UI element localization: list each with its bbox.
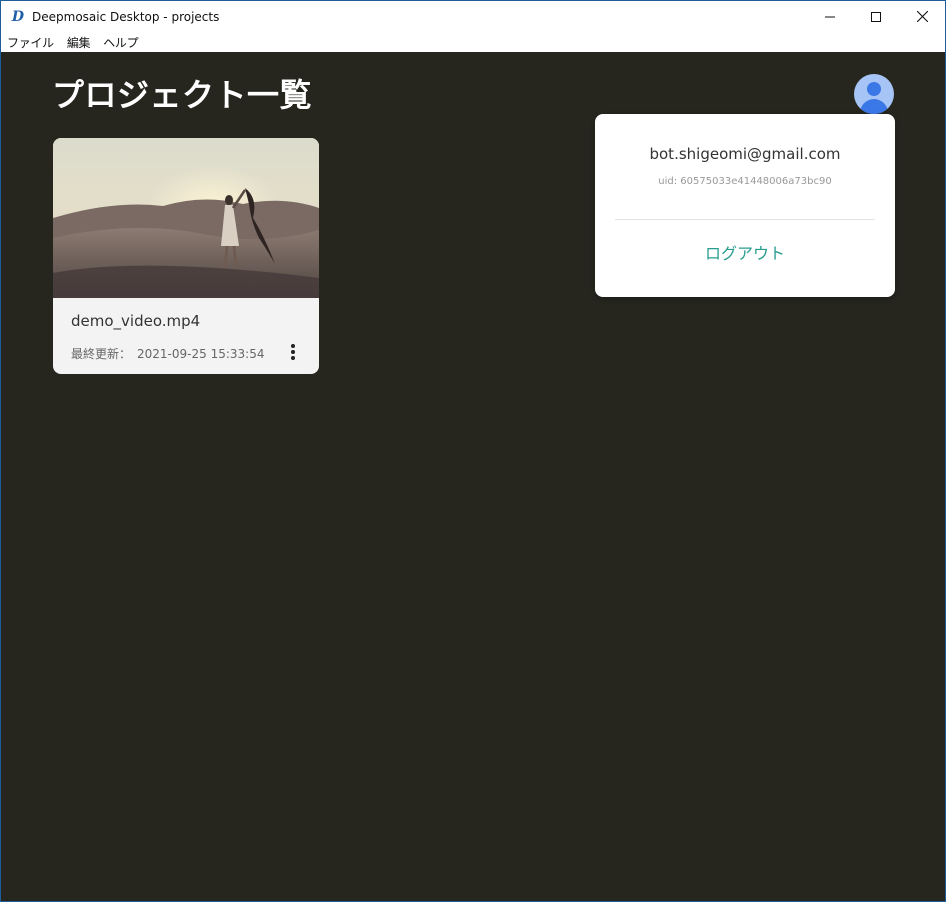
more-vert-icon — [291, 344, 295, 360]
project-name[interactable]: demo_video.mp4 — [71, 312, 200, 330]
main-content: プロジェクト一覧 demo_video.mp4 最終更新： 2021-09-25… — [1, 52, 945, 901]
title-bar[interactable]: D Deepmosaic Desktop - projects — [1, 1, 945, 32]
project-thumbnail[interactable] — [53, 138, 319, 298]
menu-edit[interactable]: 編集 — [67, 34, 91, 51]
updated-label: 最終更新： — [71, 347, 132, 361]
minimize-icon — [825, 16, 835, 17]
account-email: bot.shigeomi@gmail.com — [649, 145, 841, 163]
avatar-icon-body — [860, 99, 888, 114]
account-popup: bot.shigeomi@gmail.com uid: 60575033e414… — [595, 114, 895, 297]
menu-help[interactable]: ヘルプ — [103, 34, 138, 51]
popup-divider — [615, 219, 875, 220]
menu-bar: ファイル 編集 ヘルプ — [1, 32, 945, 52]
page-title: プロジェクト一覧 — [52, 76, 313, 114]
window-controls — [807, 1, 945, 32]
updated-value: 2021-09-25 15:33:54 — [137, 347, 265, 361]
close-icon — [916, 11, 928, 22]
window-title: Deepmosaic Desktop - projects — [32, 9, 220, 24]
avatar-icon-head — [867, 82, 881, 96]
more-options-button[interactable] — [285, 342, 301, 362]
project-updated: 最終更新： 2021-09-25 15:33:54 — [71, 345, 264, 362]
app-logo-icon: D — [11, 8, 25, 25]
maximize-button[interactable] — [853, 1, 899, 32]
account-avatar-button[interactable] — [854, 74, 894, 114]
project-card[interactable]: demo_video.mp4 最終更新： 2021-09-25 15:33:54 — [53, 138, 319, 374]
close-button[interactable] — [899, 1, 945, 32]
account-uid: uid: 60575033e41448006a73bc90 — [658, 176, 832, 187]
maximize-icon — [871, 11, 881, 22]
app-window: D Deepmosaic Desktop - projects ファイル 編集 … — [0, 0, 946, 902]
logout-button[interactable]: ログアウト — [595, 240, 895, 264]
minimize-button[interactable] — [807, 1, 853, 32]
menu-file[interactable]: ファイル — [7, 34, 54, 51]
